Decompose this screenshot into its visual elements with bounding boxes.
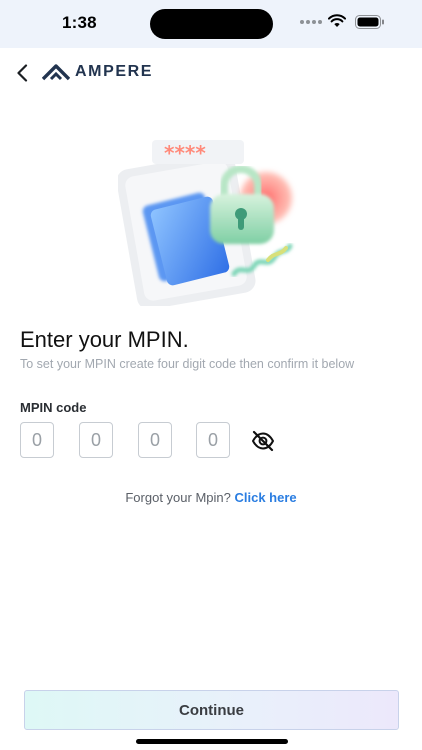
status-bar: 1:38 [0,0,422,48]
status-time: 1:38 [62,13,97,32]
home-indicator [136,739,288,744]
mpin-input-group [20,422,280,460]
forgot-mpin-row: Forgot your Mpin? Click here [0,490,422,505]
dynamic-island [150,9,273,39]
mpin-digit-2[interactable] [79,422,113,458]
brand-name: AMPERE [75,63,154,80]
forgot-mpin-prompt: Forgot your Mpin? [125,490,231,505]
mpin-field-label: MPIN code [20,400,87,415]
forgot-mpin-link[interactable]: Click here [234,490,296,505]
cellular-signal-icon [300,19,322,25]
page-subtitle: To set your MPIN create four digit code … [20,357,355,371]
mpin-digit-4[interactable] [196,422,230,458]
mpin-digit-1[interactable] [20,422,54,458]
continue-button[interactable]: Continue [24,690,399,730]
eye-off-icon[interactable] [251,430,275,452]
mpin-digit-3[interactable] [138,422,172,458]
back-button[interactable] [10,60,34,86]
battery-icon [355,15,384,29]
page-title: Enter your MPIN. [20,327,189,352]
chevron-left-icon [17,64,28,82]
phone-card-icon: **** [116,140,293,310]
masked-pin-text: **** [164,141,206,165]
mpin-illustration: **** [116,136,308,310]
app-header: AMPERE [0,48,422,98]
ampere-logo-icon [42,64,70,81]
wifi-icon [328,14,346,27]
